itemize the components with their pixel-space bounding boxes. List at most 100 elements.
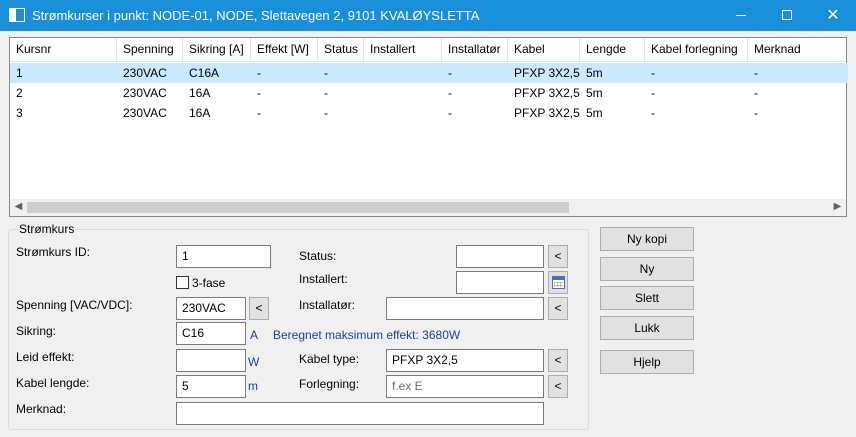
cell-installator: -	[448, 66, 452, 80]
merknad-field[interactable]	[176, 402, 544, 425]
column-installert[interactable]: Installert	[364, 38, 442, 62]
sikring-unit: A	[250, 328, 259, 342]
cell-kabel: PFXP 3X2,5	[514, 106, 580, 120]
sikring-label: Sikring:	[16, 324, 57, 338]
installert-label: Installert:	[299, 272, 348, 286]
leid-effekt-label: Leid effekt:	[16, 350, 75, 364]
minimize-button[interactable]	[718, 0, 764, 31]
hjelp-button[interactable]: Hjelp	[600, 350, 694, 374]
cell-status: -	[324, 106, 328, 120]
calendar-icon	[552, 276, 565, 289]
cell-installator: -	[448, 106, 452, 120]
column-installator[interactable]: Installatør	[442, 38, 508, 62]
scrollbar-thumb[interactable]	[27, 202, 569, 213]
list-header: Kursnr Spenning Sikring [A] Effekt [W] S…	[10, 38, 846, 62]
cell-spenning: 230VAC	[123, 86, 167, 100]
maximize-button[interactable]	[764, 0, 810, 31]
slett-button[interactable]: Slett	[600, 286, 694, 310]
merknad-label: Merknad:	[16, 402, 67, 416]
installator-picker-button[interactable]: <	[548, 297, 568, 320]
column-effekt[interactable]: Effekt [W]	[251, 38, 318, 62]
cell-status: -	[324, 86, 328, 100]
column-sikring[interactable]: Sikring [A]	[183, 38, 251, 62]
lukk-button[interactable]: Lukk	[600, 316, 694, 340]
sikring-field[interactable]: C16	[176, 322, 246, 345]
minimize-icon	[736, 15, 746, 16]
cell-kabel: PFXP 3X2,5	[514, 86, 580, 100]
kabel-lengde-label: Kabel lengde:	[16, 376, 90, 390]
scroll-right-icon[interactable]: ▶	[829, 199, 846, 216]
column-status[interactable]: Status	[318, 38, 364, 62]
cell-status: -	[324, 66, 328, 80]
table-row[interactable]: 2 230VAC 16A - - - PFXP 3X2,5 5m - -	[10, 83, 848, 103]
column-merknad[interactable]: Merknad	[748, 38, 848, 62]
spenning-field[interactable]: 230VAC	[176, 297, 246, 320]
cell-spenning: 230VAC	[123, 106, 167, 120]
column-spenning[interactable]: Spenning	[117, 38, 183, 62]
close-icon: ✕	[826, 7, 840, 24]
kabel-lengde-unit: m	[248, 379, 258, 393]
strømkurs-list[interactable]: Kursnr Spenning Sikring [A] Effekt [W] S…	[9, 37, 848, 217]
ny-button[interactable]: Ny	[600, 257, 694, 281]
title-bar: Strømkurser i punkt: NODE-01, NODE, Slet…	[0, 0, 856, 31]
cell-sikring: 16A	[189, 106, 211, 120]
installator-field[interactable]	[386, 297, 544, 320]
cell-kursnr: 1	[16, 66, 23, 80]
horizontal-scrollbar[interactable]: ◀ ▶	[10, 199, 846, 216]
cell-sikring: 16A	[189, 86, 211, 100]
cell-kabel-forlegning: -	[651, 66, 655, 80]
cell-effekt: -	[257, 66, 261, 80]
cell-kabel: PFXP 3X2,5	[514, 66, 580, 80]
kabel-type-field[interactable]: PFXP 3X2,5	[386, 349, 544, 372]
cell-merknad: -	[754, 106, 758, 120]
column-lengde[interactable]: Lengde	[580, 38, 645, 62]
cell-kabel-forlegning: -	[651, 86, 655, 100]
ny-kopi-button[interactable]: Ny kopi	[600, 227, 694, 251]
cell-merknad: -	[754, 66, 758, 80]
cell-lengde: 5m	[586, 106, 603, 120]
cell-lengde: 5m	[586, 86, 603, 100]
spenning-picker-button[interactable]: <	[249, 297, 269, 320]
cell-kabel-forlegning: -	[651, 106, 655, 120]
cell-lengde: 5m	[586, 66, 603, 80]
forlegning-picker-button[interactable]: <	[548, 375, 568, 398]
forlegning-field[interactable]: f.ex E	[386, 375, 544, 398]
kurs-id-field[interactable]: 1	[176, 245, 271, 268]
column-kabel-forlegning[interactable]: Kabel forlegning	[645, 38, 748, 62]
column-kabel[interactable]: Kabel	[508, 38, 580, 62]
kurs-id-label: Strømkurs ID:	[16, 245, 90, 259]
installert-date-button[interactable]	[548, 271, 568, 294]
forlegning-label: Forlegning:	[299, 377, 360, 391]
cell-kursnr: 2	[16, 86, 23, 100]
installator-label: Installatør:	[299, 298, 356, 312]
leid-effekt-unit: W	[248, 355, 260, 369]
cell-merknad: -	[754, 86, 758, 100]
close-button[interactable]: ✕	[810, 0, 856, 31]
trefase-label: 3-fase	[192, 276, 226, 290]
kabel-lengde-field[interactable]: 5	[176, 375, 246, 398]
app-window-icon	[9, 8, 25, 22]
trefase-checkbox[interactable]	[176, 276, 189, 289]
cell-installator: -	[448, 86, 452, 100]
status-field[interactable]	[456, 245, 544, 268]
beregnet-effekt-text: Beregnet maksimum effekt: 3680W	[273, 328, 461, 342]
installert-field[interactable]	[456, 271, 544, 294]
column-kursnr[interactable]: Kursnr	[10, 38, 117, 62]
kabel-type-picker-button[interactable]: <	[548, 349, 568, 372]
maximize-icon	[782, 10, 792, 20]
status-picker-button[interactable]: <	[548, 245, 568, 268]
cell-effekt: -	[257, 106, 261, 120]
status-label: Status:	[299, 249, 337, 263]
cell-installert	[364, 83, 370, 103]
table-row[interactable]: 1 230VAC C16A - - - PFXP 3X2,5 5m - -	[10, 63, 848, 83]
table-row[interactable]: 3 230VAC 16A - - - PFXP 3X2,5 5m - -	[10, 103, 848, 123]
leid-effekt-field[interactable]	[176, 349, 246, 372]
window-title: Strømkurser i punkt: NODE-01, NODE, Slet…	[32, 8, 480, 23]
spenning-label: Spenning [VAC/VDC]:	[16, 298, 133, 312]
kabel-type-label: Kabel type:	[299, 352, 360, 366]
cell-kursnr: 3	[16, 106, 23, 120]
cell-spenning: 230VAC	[123, 66, 167, 80]
cell-effekt: -	[257, 86, 261, 100]
scroll-left-icon[interactable]: ◀	[10, 199, 27, 216]
cell-installert	[364, 63, 370, 83]
